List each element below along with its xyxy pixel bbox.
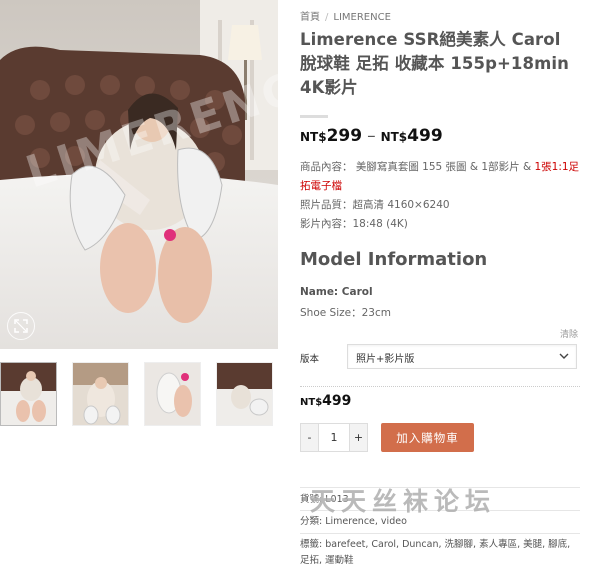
forum-watermark: 天天丝袜论坛 (310, 487, 497, 516)
title-divider (300, 115, 328, 118)
thumbnail-1-image (1, 363, 56, 425)
main-product-photo[interactable]: LIMERENCE (0, 0, 278, 349)
clear-variation-link[interactable]: 清除 (560, 327, 578, 340)
video-line: 影片內容：18:48 (4K) (300, 215, 585, 234)
model-info-heading: Model Information (300, 249, 488, 270)
add-to-cart-button[interactable]: 加入購物車 (381, 423, 474, 452)
thumbnail-3[interactable] (144, 362, 201, 426)
meta-divider-2 (300, 533, 580, 534)
chevron-down-icon (559, 353, 569, 359)
video-text: 18:48 (4K) (352, 218, 408, 230)
price-range: NT$299– NT$499 (300, 126, 443, 146)
tag-links[interactable]: barefeet, Carol, Duncan, 洗腳腳, 素人專區, 美腿, … (300, 539, 570, 566)
quality-line: 照片品質：超高清 4160×6240 (300, 196, 585, 215)
video-label: 影片內容： (300, 218, 353, 230)
zoom-button[interactable] (7, 312, 35, 340)
selected-price: NT$499 (300, 393, 351, 409)
product-title: Limerence SSR絕美素人 Carol 脫球鞋 足拓 收藏本 155p+… (300, 30, 569, 97)
price-min: 299 (326, 126, 363, 146)
selected-price-value: 499 (322, 393, 352, 409)
model-name: Name: Carol (300, 286, 373, 298)
variation-select[interactable]: 照片+影片版 (347, 344, 577, 369)
quantity-stepper: - 1 + (300, 423, 368, 452)
thumbnail-2-image (73, 363, 128, 425)
thumbnail-strip (0, 362, 278, 426)
thumbnail-4[interactable] (216, 362, 273, 426)
content-line: 商品內容： 美腳寫真套圖 155 張圖 & 1部影片 & 1張1:1足拓電子檔 (300, 158, 585, 196)
quantity-input[interactable]: 1 (318, 424, 350, 451)
breadcrumb: 首頁 / LIMERENCE (300, 8, 391, 23)
thumbnail-1[interactable] (0, 362, 57, 426)
breadcrumb-home-link[interactable]: 首頁 (300, 12, 320, 23)
selected-price-currency: NT$ (300, 397, 323, 408)
quality-text: 超高清 4160×6240 (352, 199, 450, 211)
thumbnail-3-image (145, 363, 200, 425)
thumbnail-4-image (217, 363, 272, 425)
quality-label: 照片品質： (300, 199, 353, 211)
price-dash: – (367, 126, 376, 146)
variation-label: 版本 (300, 354, 320, 365)
variation-selected-value: 照片+影片版 (356, 354, 415, 365)
shoe-size: Shoe Size：23cm (300, 307, 391, 319)
content-text: 美腳寫真套圖 155 張圖 & 1部影片 & (355, 161, 535, 173)
variation-divider (300, 386, 580, 387)
breadcrumb-separator: / (325, 12, 329, 23)
breadcrumb-category-link[interactable]: LIMERENCE (333, 12, 391, 23)
price-min-currency: NT$ (300, 130, 327, 144)
thumbnail-2[interactable] (72, 362, 129, 426)
content-label: 商品內容： (300, 161, 353, 173)
tags-label: 標籤: (300, 539, 323, 550)
expand-icon (14, 319, 28, 333)
product-description: 商品內容： 美腳寫真套圖 155 張圖 & 1部影片 & 1張1:1足拓電子檔 … (300, 158, 585, 234)
tags-line: 標籤: barefeet, Carol, Duncan, 洗腳腳, 素人專區, … (300, 537, 578, 569)
price-max: 499 (407, 126, 443, 146)
price-max-currency: NT$ (380, 130, 408, 144)
quantity-minus-button[interactable]: - (301, 424, 318, 451)
quantity-plus-button[interactable]: + (350, 424, 367, 451)
